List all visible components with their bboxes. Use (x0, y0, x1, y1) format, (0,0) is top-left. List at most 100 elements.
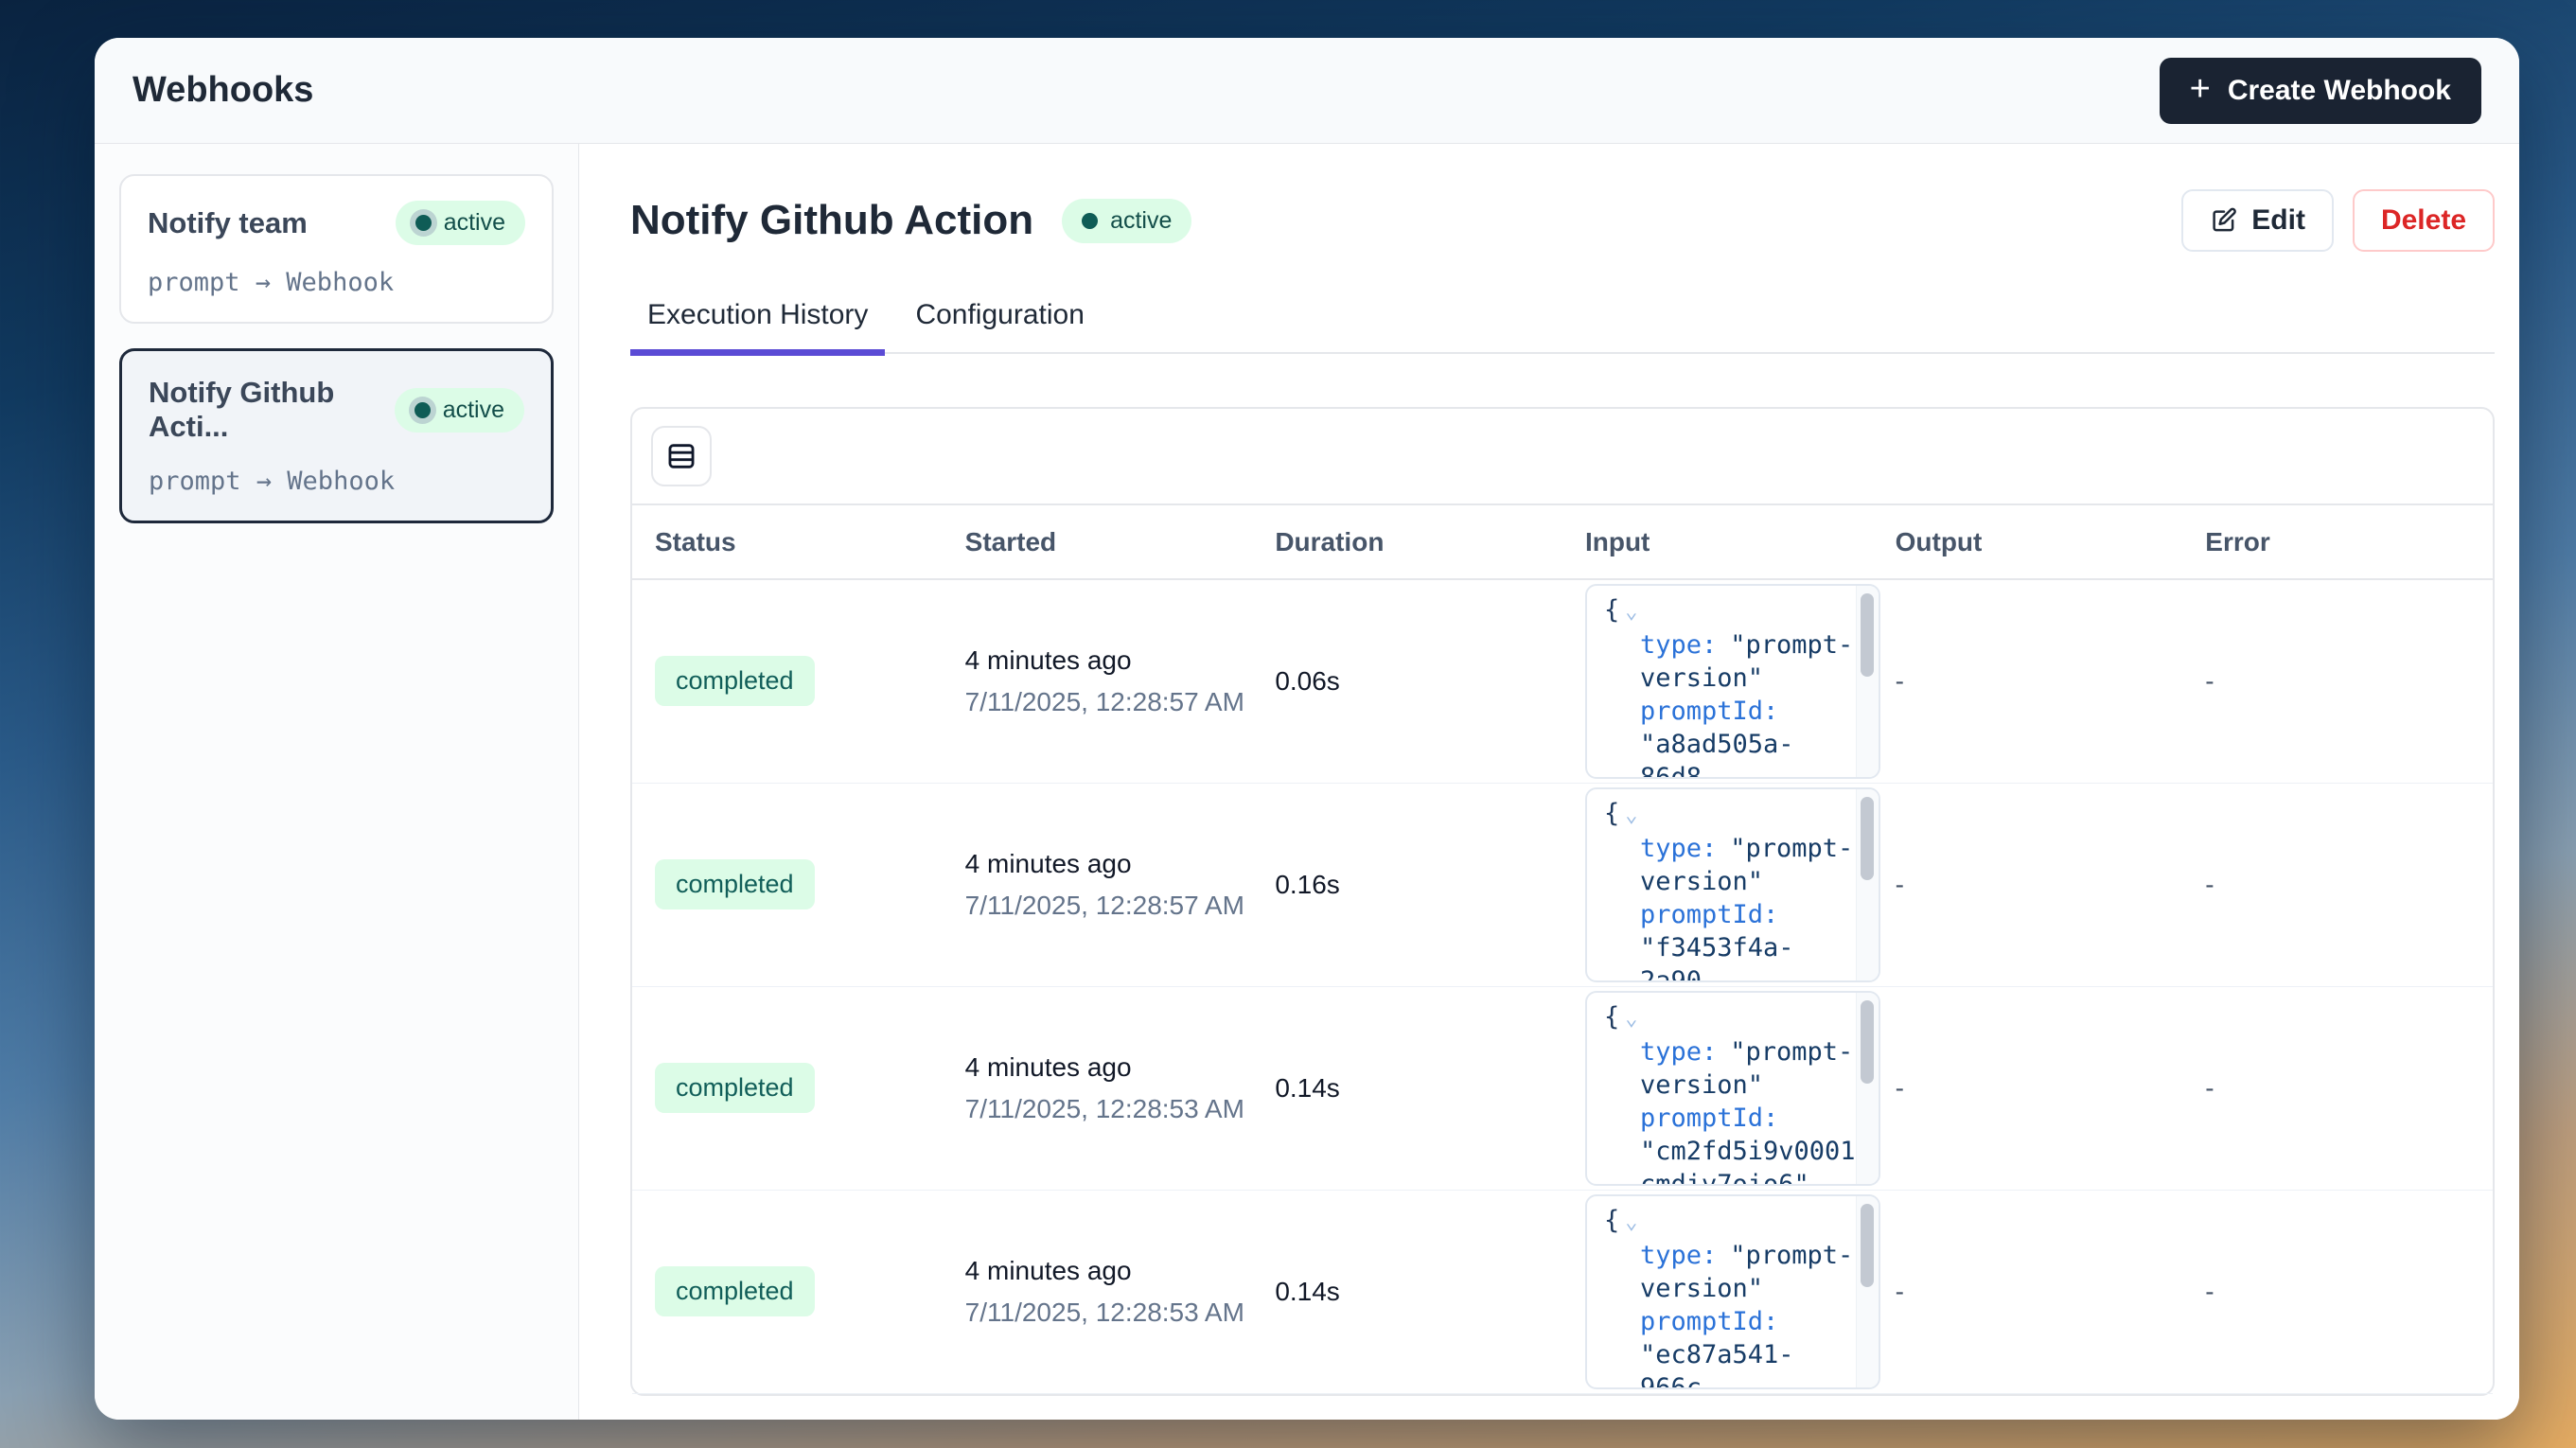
duration-value: 0.14s (1275, 1073, 1340, 1103)
status-badge: active (1062, 199, 1191, 243)
status-badge: completed (655, 656, 815, 706)
json-brace: { (1604, 595, 1619, 625)
table-toolbar (632, 409, 2493, 505)
json-key: type: (1640, 834, 1717, 863)
app-body: Notify team active prompt → Webhook Noti… (95, 144, 2519, 1420)
column-header-started: Started (943, 505, 1253, 579)
json-code: {⌄ type:"prompt- version" promptId: "a8a… (1587, 586, 1879, 779)
json-key: type: (1640, 630, 1717, 660)
detail-actions: Edit Delete (2181, 189, 2495, 252)
chevron-down-icon[interactable]: ⌄ (1625, 803, 1637, 827)
edit-button[interactable]: Edit (2181, 189, 2334, 252)
json-brace: { (1604, 799, 1619, 828)
table-row: completed 4 minutes ago 7/11/2025, 12:28… (632, 986, 2493, 1190)
tab-execution-history[interactable]: Execution History (630, 299, 885, 352)
started-relative: 4 minutes ago (965, 849, 1253, 879)
json-string: "prompt- (1730, 834, 1853, 863)
table-row: completed 4 minutes ago 7/11/2025, 12:28… (632, 579, 2493, 783)
create-webhook-button[interactable]: + Create Webhook (2160, 58, 2481, 124)
status-dot-icon (1082, 213, 1098, 229)
column-header-output: Output (1873, 505, 2183, 579)
table-row: completed 4 minutes ago 7/11/2025, 12:28… (632, 1190, 2493, 1393)
input-json-viewer[interactable]: {⌄ type:"prompt- version" promptId: "a8a… (1585, 584, 1880, 779)
execution-history-table: Status Started Duration Input Output Err… (632, 505, 2493, 1394)
webhook-item-header: Notify Github Acti... active (149, 376, 524, 444)
chevron-down-icon[interactable]: ⌄ (1625, 1007, 1637, 1031)
json-brace: { (1604, 1206, 1619, 1235)
started-relative: 4 minutes ago (965, 1256, 1253, 1286)
json-string: version" (1640, 663, 1763, 693)
json-string: "cm2fd5i9v0001ff (1640, 1137, 1880, 1166)
started-absolute: 7/11/2025, 12:28:53 AM (965, 1298, 1253, 1328)
status-badge-label: active (444, 209, 505, 237)
webhook-detail-title: Notify Github Action (630, 197, 1033, 244)
output-value: - (1896, 666, 1904, 696)
detail-header: Notify Github Action active Edit (630, 189, 2495, 252)
webhook-list-item-notify-team[interactable]: Notify team active prompt → Webhook (119, 174, 554, 324)
json-key: type: (1640, 1241, 1717, 1270)
output-value: - (1896, 1277, 1904, 1306)
json-code: {⌄ type:"prompt- version" promptId: "cm2… (1587, 993, 1879, 1186)
error-value: - (2205, 870, 2214, 899)
column-header-error: Error (2182, 505, 2493, 579)
chevron-down-icon[interactable]: ⌄ (1625, 1210, 1637, 1234)
output-value: - (1896, 870, 1904, 899)
status-badge: active (396, 201, 525, 245)
column-header-input: Input (1562, 505, 1873, 579)
table-header-row: Status Started Duration Input Output Err… (632, 505, 2493, 579)
error-value: - (2205, 1277, 2214, 1306)
scrollbar-track[interactable] (1856, 1196, 1879, 1387)
json-string: version" (1640, 867, 1763, 896)
webhook-item-route: prompt → Webhook (148, 268, 525, 297)
scrollbar-thumb[interactable] (1861, 797, 1874, 880)
json-string: "f3453f4a-2a90- (1640, 933, 1794, 982)
webhook-item-name: Notify team (148, 206, 308, 240)
scrollbar-track[interactable] (1856, 586, 1879, 777)
input-json-viewer[interactable]: {⌄ type: "prompt- version" promptId: "f34… (1585, 787, 1880, 982)
json-code: {⌄ type:"prompt- version" promptId: "ec8… (1587, 1196, 1879, 1389)
json-key: promptId: (1640, 1104, 1778, 1133)
scrollbar-track[interactable] (1856, 789, 1879, 980)
scrollbar-thumb[interactable] (1861, 1204, 1874, 1287)
detail-tabs: Execution History Configuration (630, 299, 2495, 354)
delete-button[interactable]: Delete (2353, 189, 2495, 252)
started-relative: 4 minutes ago (965, 1052, 1253, 1083)
table-view-toggle-button[interactable] (651, 426, 712, 486)
table-row: completed 4 minutes ago 7/11/2025, 12:28… (632, 783, 2493, 986)
scrollbar-thumb[interactable] (1861, 1000, 1874, 1084)
json-key: promptId: (1640, 697, 1778, 726)
column-header-duration: Duration (1252, 505, 1562, 579)
scrollbar-track[interactable] (1856, 993, 1879, 1184)
input-json-viewer[interactable]: {⌄ type:"prompt- version" promptId: "ec8… (1585, 1194, 1880, 1389)
status-badge: active (395, 388, 524, 433)
json-key: promptId: (1640, 900, 1778, 929)
output-value: - (1896, 1073, 1904, 1103)
input-json-viewer[interactable]: {⌄ type:"prompt- version" promptId: "cm2… (1585, 991, 1880, 1186)
webhook-item-header: Notify team active (148, 201, 525, 245)
scrollbar-thumb[interactable] (1861, 593, 1874, 677)
json-string: cmdiv7oio6" (1640, 1170, 1809, 1186)
started-relative: 4 minutes ago (965, 645, 1253, 676)
tab-configuration[interactable]: Configuration (898, 299, 1101, 352)
status-badge: completed (655, 859, 815, 909)
started-absolute: 7/11/2025, 12:28:57 AM (965, 687, 1253, 717)
duration-value: 0.16s (1275, 870, 1340, 899)
json-string: "prompt- (1730, 1241, 1853, 1270)
error-value: - (2205, 1073, 2214, 1103)
started-absolute: 7/11/2025, 12:28:53 AM (965, 1094, 1253, 1124)
error-value: - (2205, 666, 2214, 696)
json-code: {⌄ type: "prompt- version" promptId: "f34… (1587, 789, 1879, 982)
plus-icon: + (2190, 71, 2211, 107)
json-string: version" (1640, 1274, 1763, 1303)
app-header: Webhooks + Create Webhook (95, 38, 2519, 144)
create-webhook-label: Create Webhook (2228, 75, 2451, 107)
webhook-list-item-notify-github-action[interactable]: Notify Github Acti... active prompt → We… (119, 348, 554, 523)
chevron-down-icon[interactable]: ⌄ (1625, 600, 1637, 624)
status-dot-icon (415, 215, 432, 231)
detail-title-group: Notify Github Action active (630, 197, 1191, 244)
json-string: "a8ad505a-86d8- (1640, 730, 1794, 779)
webhook-list-sidebar: Notify team active prompt → Webhook Noti… (95, 144, 579, 1420)
app-window: Webhooks + Create Webhook Notify team ac… (95, 38, 2519, 1420)
json-brace: { (1604, 1002, 1619, 1032)
status-badge-label: active (1110, 207, 1172, 235)
